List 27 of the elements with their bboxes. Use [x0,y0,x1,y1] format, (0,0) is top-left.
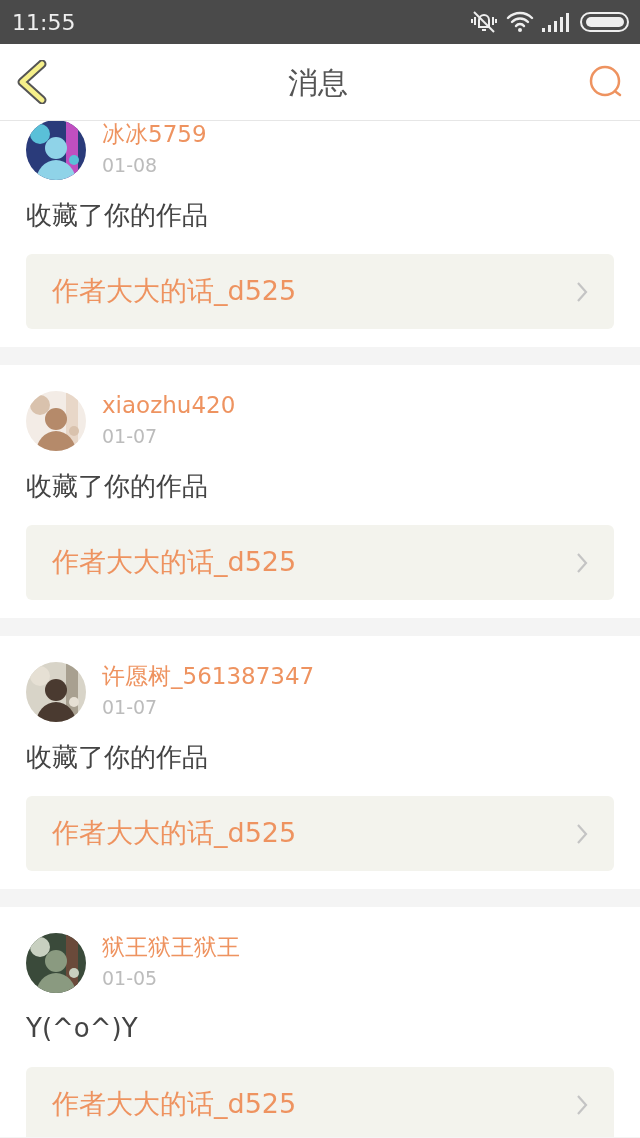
chevron-right-icon [576,1093,588,1116]
message-text: 收藏了你的作品 [26,199,209,232]
back-button[interactable] [16,60,48,104]
chevron-right-icon [576,822,588,845]
work-link[interactable]: 作者大大的话_d525 [26,796,614,871]
message-date: 01-08 [102,153,159,178]
message-text: 收藏了你的作品 [26,741,209,774]
clock-time: 11:55 [12,8,76,37]
mute-vibrate-icon [470,10,498,34]
chevron-right-icon [576,280,588,303]
wifi-icon [506,11,534,33]
signal-icon [542,12,572,32]
user-name[interactable]: 许愿树_561387347 [102,662,315,690]
message-text: 收藏了你的作品 [26,470,209,503]
user-name[interactable]: 狱王狱王狱王 [102,933,240,961]
chevron-right-icon [576,551,588,574]
message-date: 01-07 [102,424,159,449]
user-name[interactable]: xiaozhu420 [102,391,236,419]
page-title: 消息 [288,63,348,102]
work-link[interactable]: 作者大大的话_d525 [26,254,614,329]
battery-icon [580,12,630,32]
user-name[interactable]: 冰冰5759 [102,121,207,148]
message-date: 01-07 [102,695,159,720]
message-text: Y(^o^)Y [26,1012,139,1045]
message-date: 01-05 [102,966,159,991]
work-link[interactable]: 作者大大的话_d525 [26,1067,614,1137]
work-link[interactable]: 作者大大的话_d525 [26,525,614,600]
